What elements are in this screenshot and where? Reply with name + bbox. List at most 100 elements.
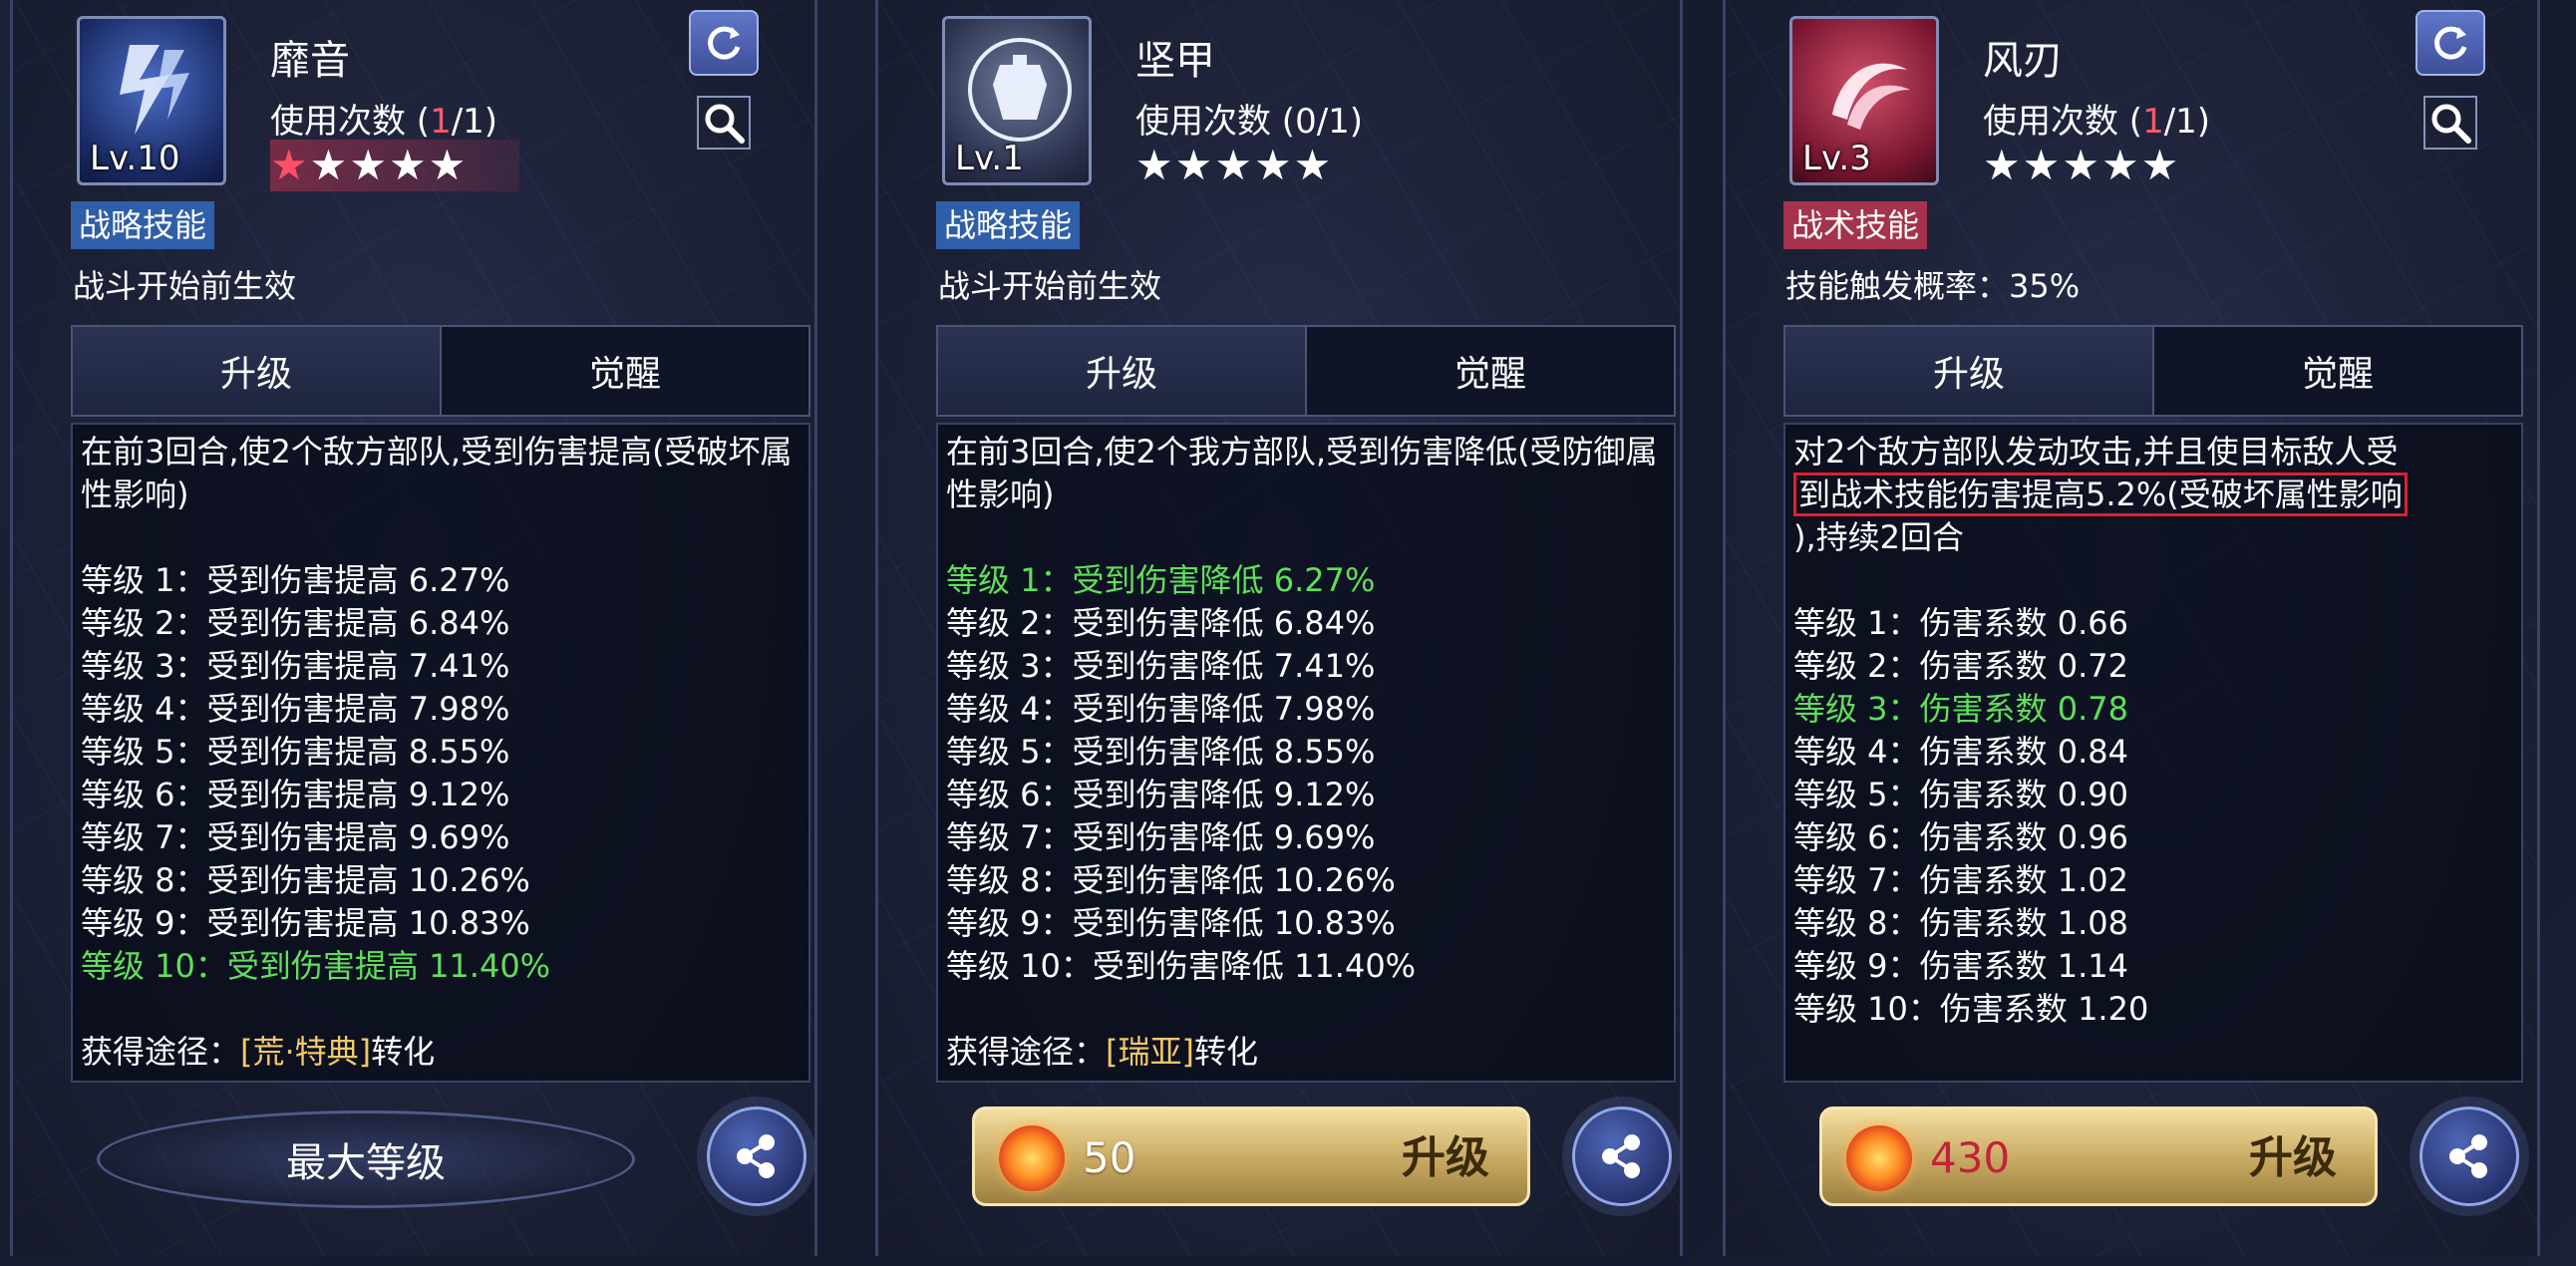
star-icon: ★ xyxy=(2022,141,2063,189)
tab-awaken[interactable]: 觉醒 xyxy=(1307,327,1674,415)
tab-awaken[interactable]: 觉醒 xyxy=(2154,327,2521,415)
level-row: 等级 4：伤害系数 0.84 xyxy=(1793,733,2128,771)
star-rating: ★★★★★ xyxy=(1983,140,2232,191)
skill-type-tag: 战略技能 xyxy=(936,201,1081,249)
level-row: 等级 1：受到伤害提高 6.27% xyxy=(81,561,510,599)
skill-card-3: Lv.3 风刃 使用次数 (1/1) ★★★★★ 战术技能 技能触发概率：35%… xyxy=(1723,0,2540,1256)
level-row: 等级 3：伤害系数 0.78 xyxy=(1793,690,2128,728)
skill-effect-note: 技能触发概率：35% xyxy=(1785,267,2081,305)
skill-name: 风刃 xyxy=(1983,38,2063,84)
tab-awaken[interactable]: 觉醒 xyxy=(442,327,808,415)
upgrade-label: 升级 xyxy=(2249,1132,2337,1183)
tab-upgrade[interactable]: 升级 xyxy=(938,327,1307,415)
skill-card-2: Lv.1 坚甲 使用次数 (0/1) ★★★★★ 战略技能 战斗开始前生效 升级… xyxy=(875,0,1683,1256)
skill-description-box[interactable]: 对2个敌方部队发动攻击,并且使目标敌人受 到战术技能伤害提高5.2%(受破坏属性影… xyxy=(1783,423,2523,1083)
level-row: 等级 5：伤害系数 0.90 xyxy=(1793,776,2128,813)
source-line: 获得途径：[瑞亚]转化 xyxy=(946,1033,1259,1071)
star-icon: ★ xyxy=(2140,141,2181,189)
level-row: 等级 8：受到伤害提高 10.26% xyxy=(81,861,530,899)
skill-level: Lv.1 xyxy=(955,139,1024,178)
star-icon: ★ xyxy=(1214,141,1254,189)
share-button[interactable] xyxy=(707,1107,806,1206)
level-row: 等级 9：受到伤害降低 10.83% xyxy=(946,904,1396,942)
search-button[interactable] xyxy=(689,90,759,156)
max-level-button[interactable]: 最大等级 xyxy=(97,1110,635,1208)
level-row: 等级 10：受到伤害提高 11.40% xyxy=(81,947,551,985)
level-row: 等级 1：受到伤害降低 6.27% xyxy=(946,561,1376,599)
star-icon: ★ xyxy=(1293,141,1334,189)
star-icon: ★ xyxy=(2062,141,2101,189)
level-row: 等级 2：伤害系数 0.72 xyxy=(1793,647,2128,685)
skill-icon[interactable]: Lv.3 xyxy=(1789,16,1939,185)
upgrade-button[interactable]: 430 升级 xyxy=(1819,1107,2378,1206)
level-row: 等级 10：伤害系数 1.20 xyxy=(1793,990,2149,1028)
level-row: 等级 1：伤害系数 0.66 xyxy=(1793,604,2128,642)
source-line: 获得途径：[荒·特典]转化 xyxy=(81,1033,436,1071)
skill-description: 在前3回合,使2个敌方部队,受到伤害提高(受破坏属性影响) xyxy=(81,433,793,513)
star-icon: ★ xyxy=(428,141,469,189)
skill-level: Lv.10 xyxy=(90,139,180,178)
level-list: 等级 1：受到伤害降低 6.27% 等级 2：受到伤害降低 6.84% 等级 3：受… xyxy=(946,559,1666,988)
star-rating: ★★★★★ xyxy=(270,140,519,191)
level-row: 等级 6：受到伤害提高 9.12% xyxy=(81,776,510,813)
level-row: 等级 2：受到伤害降低 6.84% xyxy=(946,604,1376,642)
upgrade-button[interactable]: 50 升级 xyxy=(972,1107,1530,1206)
skill-name: 靡音 xyxy=(270,38,350,84)
usage-count: 使用次数 (1/1) xyxy=(270,102,498,142)
share-button[interactable] xyxy=(1572,1107,1672,1206)
share-icon xyxy=(737,1134,775,1178)
coin-icon xyxy=(1846,1125,1912,1191)
level-row: 等级 6：受到伤害降低 9.12% xyxy=(946,776,1376,813)
share-button[interactable] xyxy=(2419,1107,2519,1206)
level-row: 等级 8：受到伤害降低 10.26% xyxy=(946,861,1396,899)
search-icon xyxy=(2423,96,2477,150)
upgrade-cost: 50 xyxy=(1083,1133,1136,1182)
level-row: 等级 5：受到伤害降低 8.55% xyxy=(946,733,1376,771)
refresh-icon xyxy=(2434,26,2467,60)
skill-type-tag: 战略技能 xyxy=(71,201,215,249)
level-row: 等级 7：受到伤害降低 9.69% xyxy=(946,818,1376,856)
level-list: 等级 1：伤害系数 0.66 等级 2：伤害系数 0.72 等级 3：伤害系数 0.… xyxy=(1793,602,2513,1031)
share-icon xyxy=(1602,1134,1640,1178)
skill-description-box[interactable]: 在前3回合,使2个我方部队,受到伤害降低(受防御属性影响) 等级 1：受到伤害降… xyxy=(936,423,1676,1083)
star-icon: ★ xyxy=(1174,141,1215,189)
level-row: 等级 4：受到伤害提高 7.98% xyxy=(81,690,510,728)
highlighted-text: 到战术技能伤害提高5.2%(受破坏属性影响 xyxy=(1793,473,2408,516)
search-icon xyxy=(697,96,751,150)
star-icon: ★ xyxy=(388,141,429,189)
search-button[interactable] xyxy=(2415,90,2485,156)
refresh-button[interactable] xyxy=(689,10,759,76)
star-icon: ★ xyxy=(270,141,310,189)
refresh-button[interactable] xyxy=(2415,10,2485,76)
skill-icon[interactable]: Lv.10 xyxy=(77,16,226,185)
tab-upgrade[interactable]: 升级 xyxy=(1785,327,2154,415)
level-row: 等级 7：伤害系数 1.02 xyxy=(1793,861,2128,899)
wind-blade-icon xyxy=(1832,63,1910,130)
usage-count: 使用次数 (0/1) xyxy=(1135,102,1364,142)
skill-description-box[interactable]: 在前3回合,使2个敌方部队,受到伤害提高(受破坏属性影响) 等级 1：受到伤害提… xyxy=(71,423,810,1083)
level-row: 等级 2：受到伤害提高 6.84% xyxy=(81,604,510,642)
level-row: 等级 3：受到伤害提高 7.41% xyxy=(81,647,510,685)
level-row: 等级 6：伤害系数 0.96 xyxy=(1793,818,2128,856)
star-icon: ★ xyxy=(1135,141,1175,189)
skill-name: 坚甲 xyxy=(1135,38,1215,84)
star-icon: ★ xyxy=(349,141,389,189)
upgrade-label: 升级 xyxy=(1402,1132,1489,1183)
star-icon: ★ xyxy=(2100,141,2141,189)
skill-level: Lv.3 xyxy=(1802,139,1871,178)
skill-description: 对2个敌方部队发动攻击,并且使目标敌人受 到战术技能伤害提高5.2%(受破坏属性影… xyxy=(1793,431,2513,559)
skill-card-1: Lv.10 靡音 使用次数 (1/1) ★★★★★ 战略技能 战斗开始前生效 升… xyxy=(10,0,817,1256)
share-icon xyxy=(2449,1134,2487,1178)
skill-description: 在前3回合,使2个我方部队,受到伤害降低(受防御属性影响) xyxy=(946,433,1658,513)
level-row: 等级 4：受到伤害降低 7.98% xyxy=(946,690,1376,728)
level-row: 等级 3：受到伤害降低 7.41% xyxy=(946,647,1376,685)
upgrade-cost: 430 xyxy=(1930,1133,2011,1182)
level-row: 等级 5：受到伤害提高 8.55% xyxy=(81,733,510,771)
level-row: 等级 7：受到伤害提高 9.69% xyxy=(81,818,510,856)
level-row: 等级 9：受到伤害提高 10.83% xyxy=(81,904,530,942)
skill-icon[interactable]: Lv.1 xyxy=(942,16,1092,185)
coin-icon xyxy=(999,1125,1065,1191)
tab-upgrade[interactable]: 升级 xyxy=(73,327,442,415)
level-list: 等级 1：受到伤害提高 6.27% 等级 2：受到伤害提高 6.84% 等级 3：受… xyxy=(81,559,801,988)
star-icon: ★ xyxy=(309,141,350,189)
